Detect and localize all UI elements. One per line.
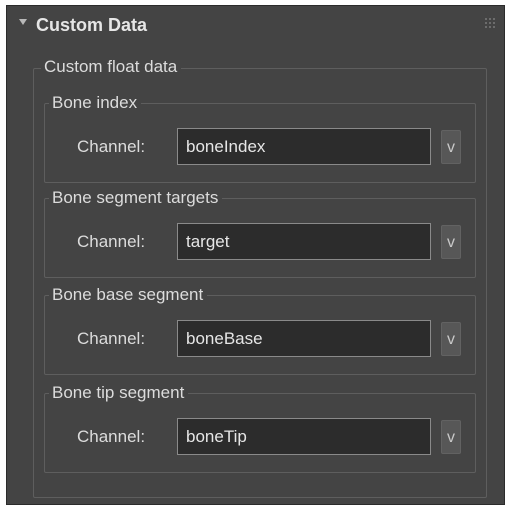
bone-segment-targets-channel-dropdown-button[interactable]: v (441, 225, 461, 259)
channel-label: Channel: (77, 232, 146, 251)
bone-base-segment-group: Bone base segment Channel: boneBase v (44, 285, 476, 375)
bone-tip-segment-channel-input[interactable]: boneTip (177, 418, 431, 455)
rollout-title: Custom Data (36, 15, 148, 35)
custom-float-data-group: Custom float data Bone index Channel: bo… (33, 57, 487, 498)
bone-base-segment-channel-dropdown-button[interactable]: v (441, 322, 461, 356)
rollout-header[interactable]: Custom Data (7, 6, 504, 46)
bone-index-channel-input[interactable]: boneIndex (177, 128, 431, 165)
group-title: Bone index (49, 93, 142, 113)
custom-data-rollout: Custom Data Custom float data Bone index… (6, 5, 505, 505)
channel-label: Channel: (77, 137, 146, 156)
bone-index-group: Bone index Channel: boneIndex v (44, 93, 476, 183)
bone-tip-segment-group: Bone tip segment Channel: boneTip v (44, 383, 476, 473)
bone-base-segment-channel-input[interactable]: boneBase (177, 320, 431, 357)
group-title: Bone tip segment (49, 383, 189, 403)
drag-grip-icon[interactable] (485, 18, 495, 28)
channel-label: Channel: (77, 427, 146, 446)
bone-segment-targets-group: Bone segment targets Channel: target v (44, 188, 476, 278)
channel-label: Channel: (77, 329, 146, 348)
custom-float-data-label: Custom float data (41, 57, 182, 77)
group-title: Bone base segment (49, 285, 208, 305)
bone-segment-targets-channel-input[interactable]: target (177, 223, 431, 260)
bone-index-channel-dropdown-button[interactable]: v (441, 130, 461, 164)
bone-tip-segment-channel-dropdown-button[interactable]: v (441, 420, 461, 454)
triangle-down-icon[interactable] (19, 19, 27, 25)
group-title: Bone segment targets (49, 188, 223, 208)
